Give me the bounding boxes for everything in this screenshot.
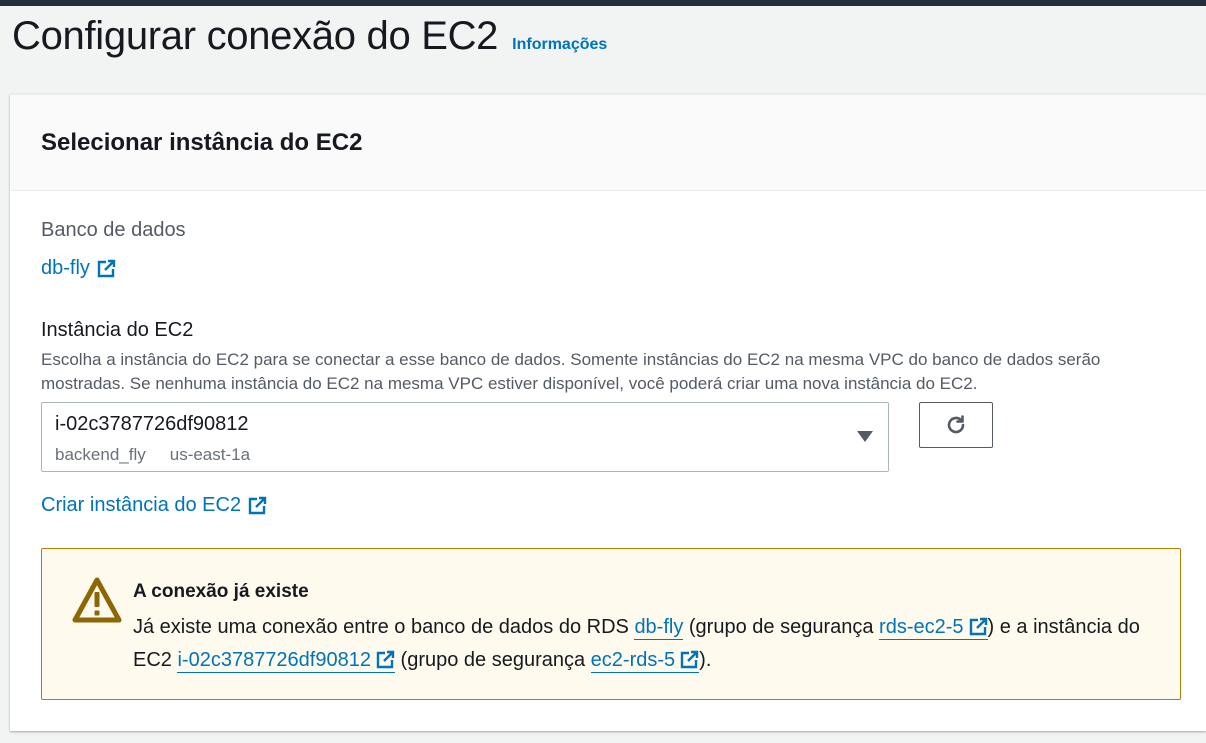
page-title: Configurar conexão do EC2 [12, 14, 499, 58]
external-link-icon [96, 259, 116, 279]
refresh-button[interactable] [919, 402, 993, 448]
selected-instance-az: us-east-1a [169, 445, 251, 464]
alert-message: Já existe uma conexão entre o banco de d… [133, 611, 1163, 677]
panel-header: Selecionar instância do EC2 [10, 95, 1206, 191]
top-bar [0, 0, 1206, 6]
ec2-instance-select[interactable]: i-02c3787726df90812 backend_fly us-east-1… [41, 402, 889, 472]
alert-instance-link[interactable]: i-02c3787726df90812 [177, 648, 395, 673]
alert-rds-sg-link[interactable]: rds-ec2-5 [879, 615, 988, 640]
alert-ec2-sg-link[interactable]: ec2-rds-5 [590, 648, 700, 673]
alert-text: Já existe uma conexão entre o banco de d… [133, 616, 635, 638]
create-ec2-link-text: Criar instância do EC2 [41, 494, 242, 516]
warning-icon [72, 577, 122, 623]
external-link-icon [679, 650, 699, 670]
refresh-icon [944, 413, 968, 437]
alert-rds-sg-link-text: rds-ec2-5 [879, 616, 964, 638]
external-link-icon [968, 617, 988, 637]
connection-exists-alert: A conexão já existe Já existe uma conexã… [41, 548, 1181, 700]
alert-text: ). [699, 649, 712, 671]
alert-title: A conexão já existe [133, 581, 309, 602]
selected-instance-name: backend_fly [55, 445, 146, 464]
alert-db-link[interactable]: db-fly [634, 615, 684, 640]
database-label: Banco de dados [41, 219, 186, 241]
alert-db-link-text: db-fly [634, 616, 684, 638]
panel-title: Selecionar instância do EC2 [41, 128, 363, 156]
create-ec2-link[interactable]: Criar instância do EC2 [41, 494, 267, 517]
external-link-icon [375, 650, 395, 670]
alert-instance-link-text: i-02c3787726df90812 [177, 649, 371, 671]
selected-instance-details: backend_fly us-east-1a [55, 445, 250, 465]
external-link-icon [247, 496, 267, 516]
ec2-instance-description: Escolha a instância do EC2 para se conec… [41, 350, 1101, 393]
info-link[interactable]: Informações [512, 36, 607, 54]
page-header: Configurar conexão do EC2 Informações [12, 14, 607, 59]
alert-text: (grupo de segurança [394, 649, 591, 671]
alert-ec2-sg-link-text: ec2-rds-5 [590, 649, 676, 671]
alert-text: (grupo de segurança [683, 616, 880, 638]
caret-down-icon [857, 431, 873, 442]
select-ec2-panel: Selecionar instância do EC2 Banco de dad… [10, 94, 1206, 731]
database-link[interactable]: db-fly [41, 257, 116, 280]
ec2-instance-label: Instância do EC2 [41, 319, 194, 341]
selected-instance-id: i-02c3787726df90812 [55, 413, 249, 435]
database-link-text: db-fly [41, 257, 90, 279]
